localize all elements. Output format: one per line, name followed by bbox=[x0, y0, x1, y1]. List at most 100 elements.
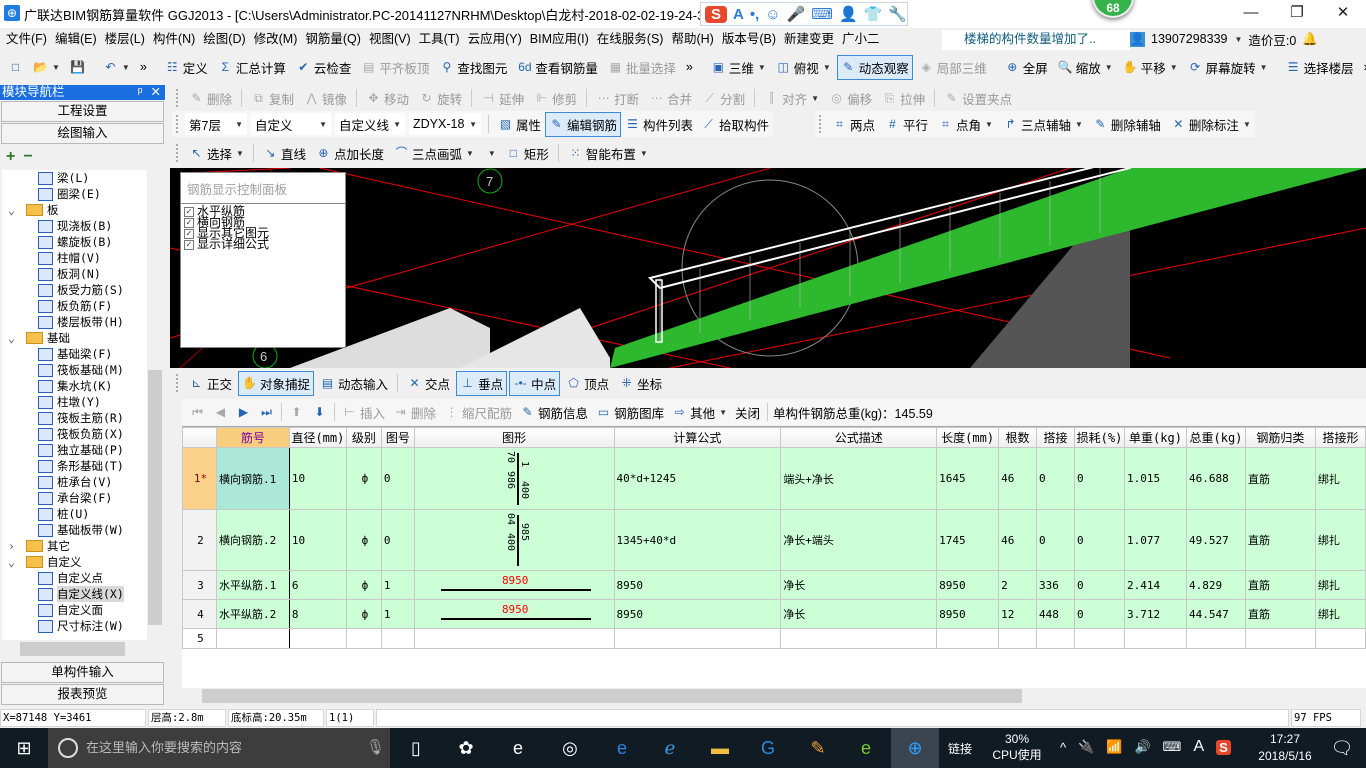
cell-name[interactable]: 横向钢筋.2 bbox=[215, 509, 290, 571]
cell-count[interactable]: 12 bbox=[998, 599, 1038, 629]
taskbar-search[interactable]: 在这里输入你要搜索的内容 bbox=[48, 728, 390, 768]
chevron-down-icon[interactable]: ▼ bbox=[488, 149, 496, 158]
green-app-icon[interactable]: e bbox=[842, 728, 890, 768]
toolbar_prop-button-3[interactable]: ⟋ 拾取构件 bbox=[697, 112, 773, 137]
tree-vscroll[interactable] bbox=[147, 170, 163, 640]
tree-folder[interactable]: ⌄ 板 bbox=[2, 202, 147, 218]
cell-grade[interactable]: ф bbox=[345, 599, 382, 629]
cell-shape[interactable]: 04 985 400 bbox=[413, 509, 615, 571]
column-header[interactable]: 级别 bbox=[345, 427, 382, 448]
cell-fig[interactable]: 1 bbox=[380, 570, 415, 600]
tree-vscroll-thumb[interactable] bbox=[148, 370, 162, 625]
menu-item-7[interactable]: 视图(V) bbox=[365, 28, 415, 50]
tree-item[interactable]: 基础梁(F) bbox=[2, 346, 147, 362]
tree-item[interactable]: 承台梁(F) bbox=[2, 490, 147, 506]
cell-unit[interactable]: 1.015 bbox=[1124, 447, 1187, 510]
chevron-down-icon[interactable]: ▼ bbox=[758, 63, 766, 72]
cell-lap[interactable]: 0 bbox=[1036, 509, 1076, 571]
cell-dia[interactable]: 6 bbox=[288, 570, 347, 600]
nav-drawing-input[interactable]: 绘图输入 bbox=[1, 123, 164, 144]
grid_toolbar-button-3[interactable]: ⏭ bbox=[255, 402, 278, 423]
account-phone[interactable]: 13907298339 bbox=[1151, 32, 1227, 46]
tree-item[interactable]: 板受力筋(S) bbox=[2, 282, 147, 298]
toolbar1-button-7[interactable]: ☷ 定义 bbox=[161, 55, 212, 80]
checkbox-checked-icon[interactable]: ✓ bbox=[184, 217, 194, 228]
table-row[interactable]: 1* 横向钢筋.1 10 ф 0 70 1 986 400 40*d+1245 端头+净长 1645 4… bbox=[182, 447, 1366, 510]
toolbar1-button-8[interactable]: Σ 汇总计算 bbox=[214, 55, 290, 80]
toolbar1-button-18[interactable]: ✎ 动态观察 bbox=[836, 54, 913, 80]
checkbox-item[interactable]: ✓ 显示详细公式 bbox=[181, 238, 345, 250]
cortana-icon[interactable] bbox=[58, 738, 78, 758]
tree-item[interactable]: 板负筋(F) bbox=[2, 298, 147, 314]
tree-folder[interactable]: › 其它 bbox=[2, 538, 147, 554]
cell-loss[interactable]: 0 bbox=[1074, 509, 1125, 571]
menu-item-5[interactable]: 修改(M) bbox=[250, 28, 302, 50]
menu-item-0[interactable]: 文件(F) bbox=[2, 28, 51, 50]
cell-count[interactable]: 46 bbox=[998, 509, 1038, 571]
grid-side-handle[interactable] bbox=[170, 399, 182, 689]
snap_toolbar-button-0[interactable]: ⊾ 正交 bbox=[185, 371, 236, 396]
menu-item-2[interactable]: 楼层(L) bbox=[101, 28, 149, 50]
volume-icon[interactable]: 🔊 bbox=[1134, 739, 1150, 755]
maximize-button[interactable]: ❐ bbox=[1274, 0, 1320, 28]
cell-desc[interactable] bbox=[780, 628, 938, 649]
toolbar_edit-button-12[interactable]: ⋯ 合并 bbox=[645, 86, 696, 111]
floor-select[interactable]: 第7层 ▼ bbox=[185, 113, 247, 135]
column-header[interactable]: 搭接形 bbox=[1314, 427, 1366, 448]
cell-shape[interactable]: 8950 bbox=[413, 570, 615, 600]
tree-hscroll-thumb[interactable] bbox=[20, 642, 125, 656]
toolbar1-button-10[interactable]: ▤ 平齐板顶 bbox=[357, 55, 433, 80]
cell-unit[interactable]: 1.077 bbox=[1124, 509, 1187, 571]
grid_toolbar-button-9[interactable]: ⇥ 删除 bbox=[389, 400, 440, 425]
toolbar_edit-button-8[interactable]: ⊣ 延伸 bbox=[477, 86, 528, 111]
cell-name[interactable]: 水平纵筋.1 bbox=[215, 570, 290, 600]
tree-item[interactable]: 梁(L) bbox=[2, 170, 147, 186]
cell-laptype[interactable]: 绑扎 bbox=[1314, 509, 1366, 571]
tree-item[interactable]: 筏板基础(M) bbox=[2, 362, 147, 378]
cell-desc[interactable]: 净长+端头 bbox=[780, 509, 938, 571]
subtype-select[interactable]: 自定义线 ▼ bbox=[335, 113, 405, 135]
tree-item[interactable]: 现浇板(B) bbox=[2, 218, 147, 234]
column-header[interactable]: 图形 bbox=[413, 427, 615, 448]
cell-cat[interactable]: 直筋 bbox=[1244, 599, 1316, 629]
grid_toolbar-button-13[interactable]: ⇨ 其他 ▼ bbox=[668, 400, 731, 425]
ime-tool-icon-8[interactable]: 🔧 bbox=[888, 5, 907, 23]
toolbar_draw-button-8[interactable]: ⁙ 智能布置 ▼ bbox=[564, 141, 652, 166]
menu-item-9[interactable]: 云应用(Y) bbox=[464, 28, 526, 50]
toolbar_prop-button-1[interactable]: ✎ 编辑钢筋 bbox=[545, 111, 622, 137]
cell-desc[interactable]: 端头+净长 bbox=[780, 447, 938, 510]
toolbar1-button-0[interactable]: □ bbox=[4, 57, 27, 78]
ime-tool-icon-2[interactable]: •, bbox=[750, 6, 759, 23]
menu-item-14[interactable]: 新建变更 bbox=[780, 28, 838, 50]
toolbar_edit-button-3[interactable]: ⋀ 镜像 bbox=[300, 86, 351, 111]
grid_toolbar-button-10[interactable]: ⋮ 缩尺配筋 bbox=[440, 400, 516, 425]
toolbar_edit-button-9[interactable]: ⊩ 修剪 bbox=[530, 86, 581, 111]
checkbox-checked-icon[interactable]: ✓ bbox=[184, 228, 194, 239]
checkbox-checked-icon[interactable]: ✓ bbox=[184, 239, 194, 250]
expand-toggle-icon[interactable]: › bbox=[8, 538, 26, 554]
ime-tool-icon-0[interactable]: S bbox=[705, 5, 727, 23]
toolbar-grip[interactable] bbox=[176, 89, 179, 107]
menu-item-11[interactable]: 在线服务(S) bbox=[593, 28, 668, 50]
ime-tool-icon-3[interactable]: ☺ bbox=[765, 6, 780, 23]
cell-formula[interactable]: 40*d+1245 bbox=[613, 447, 782, 510]
table-row[interactable]: 3 水平纵筋.1 6 ф 1 8950 8950 净长 8950 2 336 0 2.414 4.829 直… bbox=[182, 570, 1366, 600]
browser-app-icon[interactable]: ◎ bbox=[546, 728, 594, 768]
grid_toolbar-button-12[interactable]: ▭ 钢筋图库 bbox=[592, 400, 668, 425]
toolbar1-button-2[interactable]: 💾 bbox=[66, 57, 89, 78]
menu-item-10[interactable]: BIM应用(I) bbox=[526, 28, 593, 50]
chevron-down-icon[interactable]: ▼ bbox=[122, 63, 130, 72]
menu-item-4[interactable]: 绘图(D) bbox=[199, 28, 249, 50]
snap_toolbar-button-4[interactable]: ✕ 交点 bbox=[403, 371, 454, 396]
toolbar1-button-23[interactable]: ✋ 平移 ▼ bbox=[1119, 55, 1182, 80]
menu-item-6[interactable]: 钢筋量(Q) bbox=[301, 28, 365, 50]
cell-count[interactable] bbox=[998, 628, 1038, 649]
tree-item[interactable]: 筏板主筋(R) bbox=[2, 410, 147, 426]
expand-toggle-icon[interactable]: ⌄ bbox=[8, 554, 26, 570]
fan-app-icon[interactable]: ✿ bbox=[442, 728, 490, 768]
cell-desc[interactable]: 净长 bbox=[780, 570, 938, 600]
cell-grade[interactable]: ф bbox=[345, 509, 382, 571]
tree-item[interactable]: 自定义点 bbox=[2, 570, 147, 586]
performance-badge[interactable]: 68 bbox=[1092, 0, 1134, 18]
cell-no[interactable]: 4 bbox=[182, 599, 217, 629]
